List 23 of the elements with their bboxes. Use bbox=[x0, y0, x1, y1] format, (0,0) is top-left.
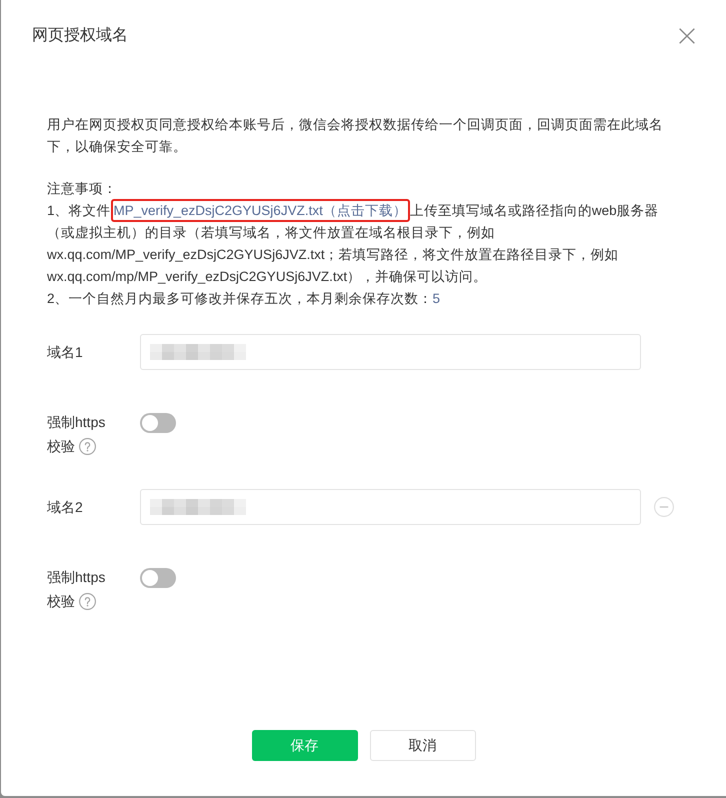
remaining-count: 5 bbox=[432, 291, 440, 306]
field-label: 校验 bbox=[47, 437, 75, 456]
close-button[interactable] bbox=[678, 27, 696, 45]
field-label: 校验 bbox=[47, 592, 75, 611]
field-label: 强制https bbox=[47, 568, 106, 587]
toggle-switch[interactable] bbox=[140, 413, 176, 433]
toggle-switch[interactable] bbox=[140, 568, 176, 588]
download-link[interactable]: MP_verify_ezDsjC2GYUSj6JVZ.txt（点击下载） bbox=[114, 203, 407, 218]
domain-input[interactable] bbox=[140, 489, 641, 525]
remove-icon[interactable] bbox=[654, 497, 674, 517]
domain-input[interactable] bbox=[140, 334, 641, 370]
field-label: 域名1 bbox=[47, 343, 84, 362]
help-icon[interactable] bbox=[79, 592, 96, 610]
help-icon[interactable] bbox=[79, 438, 96, 454]
note-item: 2、一个自然月内最多可修改并保存五次，本月剩余保存次数： bbox=[47, 291, 433, 306]
note-item: 1、将文件 MP_verify_ezDsjC2GYUSj6JVZ.txt（点击下载） 上传至填写域名或路径指向的web服务器（或虚拟主机）的目录（若填写域名，将文件放置在域名根目录下，例如wx.qq.com/MP_verify_ezDsjC2GYUSj6JVZ.txt；若填写路径，将文件放置在路径目录下，例如wx.qq.com/mp/MP_verify_ezDsjC2GYUSj6JVZ.txt），并确保可以访问。 bbox=[47, 200, 668, 288]
field-label: 强制https bbox=[47, 413, 106, 432]
field-label: 域名2 bbox=[47, 498, 84, 517]
intro-text: 用户在网页授权页同意授权给本账号后，微信会将授权数据传给一个回调页面，回调页面需在此域名下，以确保安全可靠。 bbox=[47, 116, 664, 156]
cancel-button[interactable]: 取消 bbox=[370, 730, 476, 761]
notes-heading: 注意事项： bbox=[47, 180, 118, 198]
dialog-title: 网页授权域名 bbox=[32, 26, 128, 46]
close-icon bbox=[679, 28, 695, 44]
